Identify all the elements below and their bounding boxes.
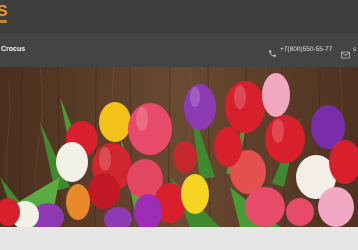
hero-image <box>0 67 358 227</box>
email-link[interactable]: s <box>353 45 356 54</box>
phone-link[interactable]: +7(800)550-55-77 <box>280 45 332 54</box>
top-bar: S <box>0 0 358 33</box>
site-logo[interactable]: S <box>0 4 9 28</box>
logo-underline <box>0 20 7 23</box>
page-background-strip <box>0 227 358 250</box>
mail-icon <box>341 46 350 59</box>
brand-name[interactable]: Crocus <box>1 45 25 54</box>
phone-icon <box>268 45 277 57</box>
contact-bar: Crocus +7(800)550-55-77 s <box>0 33 358 67</box>
logo-mark: S <box>0 3 8 20</box>
tulip-bouquet-image <box>0 67 358 227</box>
